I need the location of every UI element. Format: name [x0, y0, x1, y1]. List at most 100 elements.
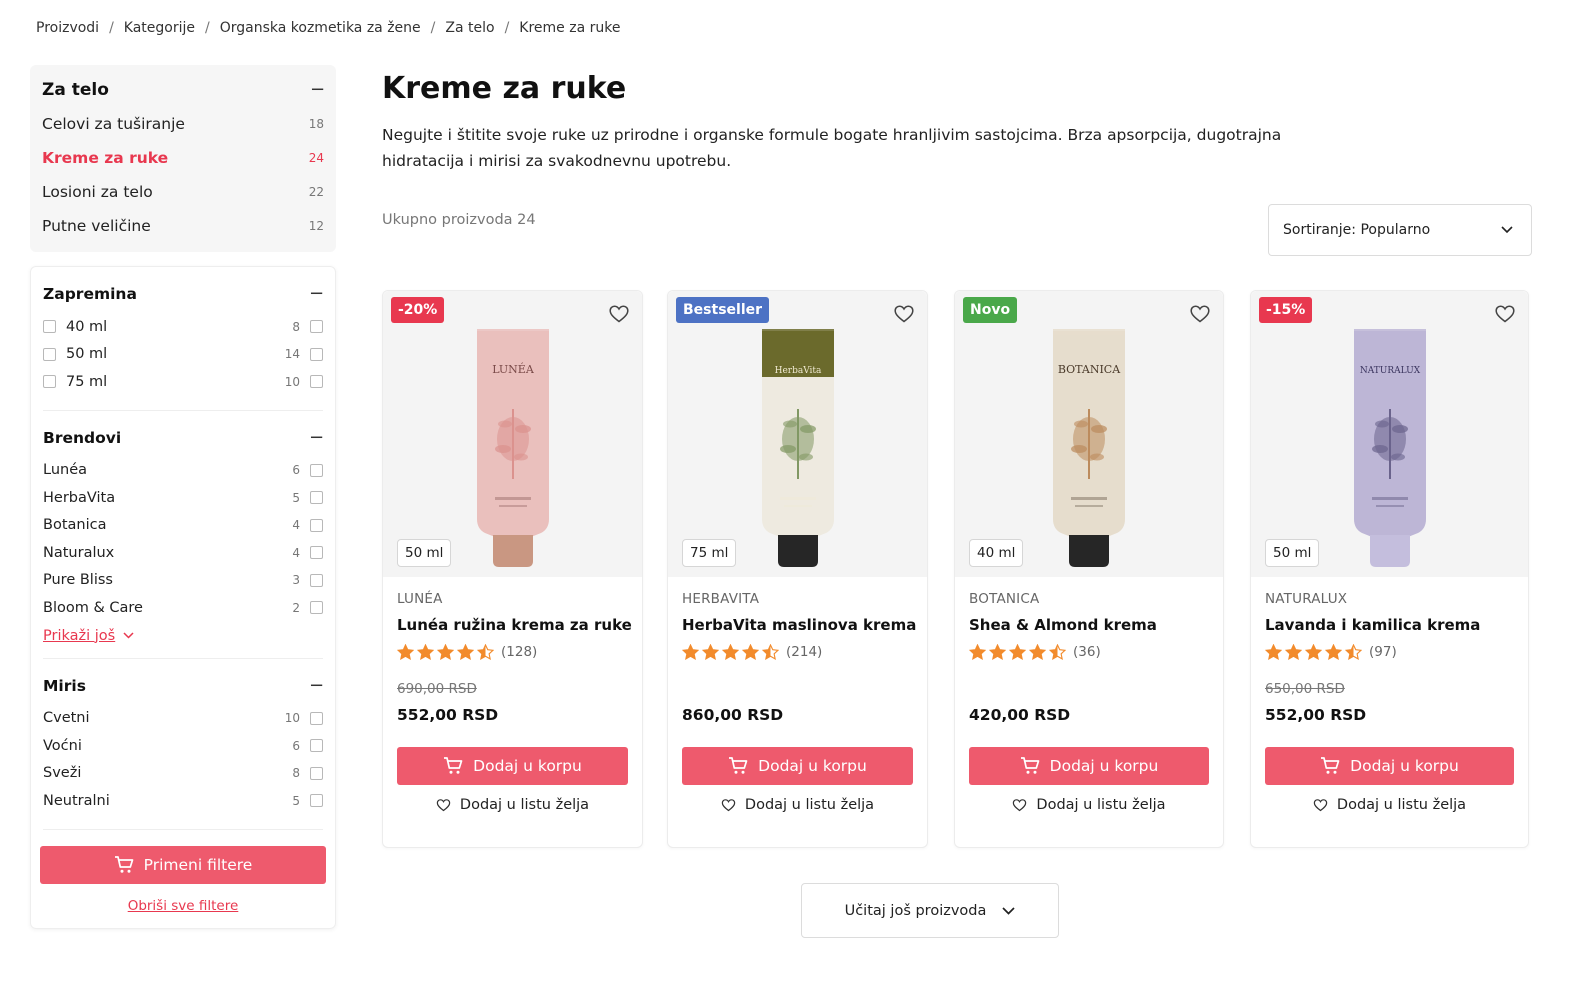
product-badge: Novo	[963, 297, 1018, 323]
filter-option[interactable]: HerbaVita 5	[43, 484, 323, 512]
svg-text:BOTANICA: BOTANICA	[1058, 363, 1121, 376]
load-more-button[interactable]: Učitaj još proizvoda	[801, 883, 1059, 938]
filter-option-count: 8	[292, 319, 300, 334]
add-to-wishlist-button[interactable]: Dodaj u listu želja	[969, 797, 1209, 813]
heart-icon[interactable]	[893, 303, 915, 325]
add-to-wishlist-button[interactable]: Dodaj u listu želja	[1265, 797, 1514, 813]
product-card[interactable]: -15% NATURALUX 50 ml NATURALUX Lavanda i kam…	[1250, 290, 1529, 848]
category-item-travel-size[interactable]: Putne veličine 12	[42, 209, 324, 243]
filter-checkbox[interactable]	[310, 546, 323, 560]
minus-icon[interactable]: −	[309, 428, 324, 446]
product-name[interactable]: Lunéa ružina krema za ruke	[397, 616, 632, 634]
add-to-wishlist-button[interactable]: Dodaj u listu želja	[397, 797, 628, 813]
product-brand: BOTANICA	[969, 591, 1040, 607]
filter-option[interactable]: Voćni 6	[43, 732, 323, 760]
add-to-cart-label: Dodaj u korpu	[1350, 757, 1459, 775]
filter-option-label: 40 ml	[66, 318, 108, 335]
breadcrumb-item-body[interactable]: Za telo	[445, 20, 494, 36]
breadcrumb-item-products[interactable]: Proizvodi	[36, 20, 99, 36]
breadcrumb-item-current: Kreme za ruke	[519, 20, 621, 36]
product-card[interactable]: Bestseller HerbaVita 75 ml HERBAVITA HerbaVi…	[667, 290, 928, 848]
sort-dropdown[interactable]: Sortiranje: Popularno	[1268, 204, 1532, 256]
category-item-hand-cream[interactable]: Kreme za ruke 24	[42, 141, 324, 175]
product-name[interactable]: Lavanda i kamilica krema	[1265, 616, 1514, 634]
breadcrumb-item-organic-women[interactable]: Organska kozmetika za žene	[220, 20, 421, 36]
filter-checkbox[interactable]	[43, 320, 56, 334]
product-old-price	[682, 681, 913, 697]
filter-option[interactable]: 40 ml 8	[43, 313, 323, 341]
filter-option[interactable]: Naturalux 4	[43, 539, 323, 567]
filter-option[interactable]: 75 ml 10	[43, 368, 323, 396]
filter-group-title: Miris	[43, 676, 86, 695]
product-price: 420,00 RSD	[969, 706, 1071, 724]
product-total-count: Ukupno proizvoda 24	[382, 212, 536, 228]
filter-checkbox[interactable]	[310, 347, 323, 361]
product-old-price: 650,00 RSD	[1265, 681, 1345, 697]
add-to-cart-button[interactable]: Dodaj u korpu	[682, 747, 913, 785]
heart-icon[interactable]	[1494, 303, 1516, 325]
add-to-cart-button[interactable]: Dodaj u korpu	[969, 747, 1209, 785]
category-panel-header[interactable]: Za telo −	[42, 77, 325, 103]
product-rating: (128)	[397, 643, 628, 661]
filter-group-volume: Zapremina − 40 ml 8 50 ml 14 75 ml 10	[43, 267, 324, 411]
filter-checkbox[interactable]	[43, 375, 56, 389]
show-more-brands-link[interactable]: Prikaži još	[43, 628, 134, 644]
filter-option[interactable]: 50 ml 14	[43, 341, 323, 369]
add-to-wishlist-button[interactable]: Dodaj u listu želja	[682, 797, 913, 813]
filter-checkbox[interactable]	[310, 601, 323, 615]
add-to-cart-button[interactable]: Dodaj u korpu	[397, 747, 628, 785]
filter-sidebar: Za telo − Celovi za tuširanje 18 Kreme z…	[30, 65, 336, 929]
product-name[interactable]: Shea & Almond krema	[969, 616, 1209, 634]
category-item-shower-gel[interactable]: Celovi za tuširanje 18	[42, 107, 324, 141]
filter-checkbox[interactable]	[310, 518, 323, 532]
filter-checkbox[interactable]	[310, 320, 323, 334]
product-image-area[interactable]: Novo BOTANICA 40 ml	[955, 291, 1223, 577]
product-card[interactable]: -20% LUNÉA 50 ml LUNÉA Lunéa ružina krema za…	[382, 290, 643, 848]
minus-icon[interactable]: −	[309, 676, 324, 694]
filter-group-header[interactable]: Zapremina −	[43, 281, 324, 307]
product-old-price: 690,00 RSD	[397, 681, 477, 697]
filter-option[interactable]: Lunéa 6	[43, 457, 323, 485]
filter-checkbox[interactable]	[310, 739, 323, 753]
filter-option[interactable]: Cvetni 10	[43, 705, 323, 733]
filter-checkbox[interactable]	[310, 463, 323, 477]
star-icon	[1009, 644, 1026, 660]
add-to-cart-button[interactable]: Dodaj u korpu	[1265, 747, 1514, 785]
minus-icon[interactable]: −	[310, 81, 325, 99]
apply-filters-button[interactable]: Primeni filtere	[40, 845, 326, 884]
product-image-area[interactable]: -20% LUNÉA 50 ml	[383, 291, 642, 577]
product-card[interactable]: Novo BOTANICA 40 ml BOTANICA Shea & Almond k…	[954, 290, 1224, 848]
product-image-area[interactable]: -15% NATURALUX 50 ml	[1251, 291, 1528, 577]
category-item-count: 24	[308, 151, 324, 165]
cart-icon	[444, 757, 463, 774]
minus-icon[interactable]: −	[309, 285, 324, 303]
clear-filters-link[interactable]: Obriši sve filtere	[43, 898, 323, 914]
product-name[interactable]: HerbaVita maslinova krema	[682, 616, 916, 634]
filter-checkbox[interactable]	[310, 766, 323, 780]
heart-icon[interactable]	[1189, 303, 1211, 325]
cart-icon	[1020, 757, 1040, 774]
filter-option[interactable]: Bloom & Care 2	[43, 594, 323, 622]
heart-icon[interactable]	[608, 303, 630, 325]
filter-option[interactable]: Botanica 4	[43, 512, 323, 540]
product-image[interactable]: LUNÉA	[475, 329, 551, 569]
product-image[interactable]: HerbaVita	[760, 329, 836, 569]
filter-checkbox[interactable]	[43, 347, 56, 361]
filter-checkbox[interactable]	[310, 573, 323, 587]
filter-checkbox[interactable]	[310, 375, 323, 389]
filter-option-label: Sveži	[43, 765, 82, 782]
breadcrumb-item-categories[interactable]: Kategorije	[124, 20, 195, 36]
filter-checkbox[interactable]	[310, 491, 323, 505]
filter-option[interactable]: Neutralni 5	[43, 787, 323, 815]
filter-checkbox[interactable]	[310, 711, 323, 725]
category-item-body-lotion[interactable]: Losioni za telo 22	[42, 175, 324, 209]
filter-group-header[interactable]: Miris −	[43, 673, 324, 699]
product-image-area[interactable]: Bestseller HerbaVita 75 ml	[668, 291, 927, 577]
filter-option[interactable]: Pure Bliss 3	[43, 567, 323, 595]
filter-checkbox[interactable]	[310, 794, 323, 808]
product-image[interactable]: NATURALUX	[1352, 329, 1428, 569]
star-icon	[397, 644, 414, 660]
filter-group-header[interactable]: Brendovi −	[43, 425, 324, 451]
filter-option[interactable]: Sveži 8	[43, 760, 323, 788]
product-image[interactable]: BOTANICA	[1051, 329, 1127, 569]
